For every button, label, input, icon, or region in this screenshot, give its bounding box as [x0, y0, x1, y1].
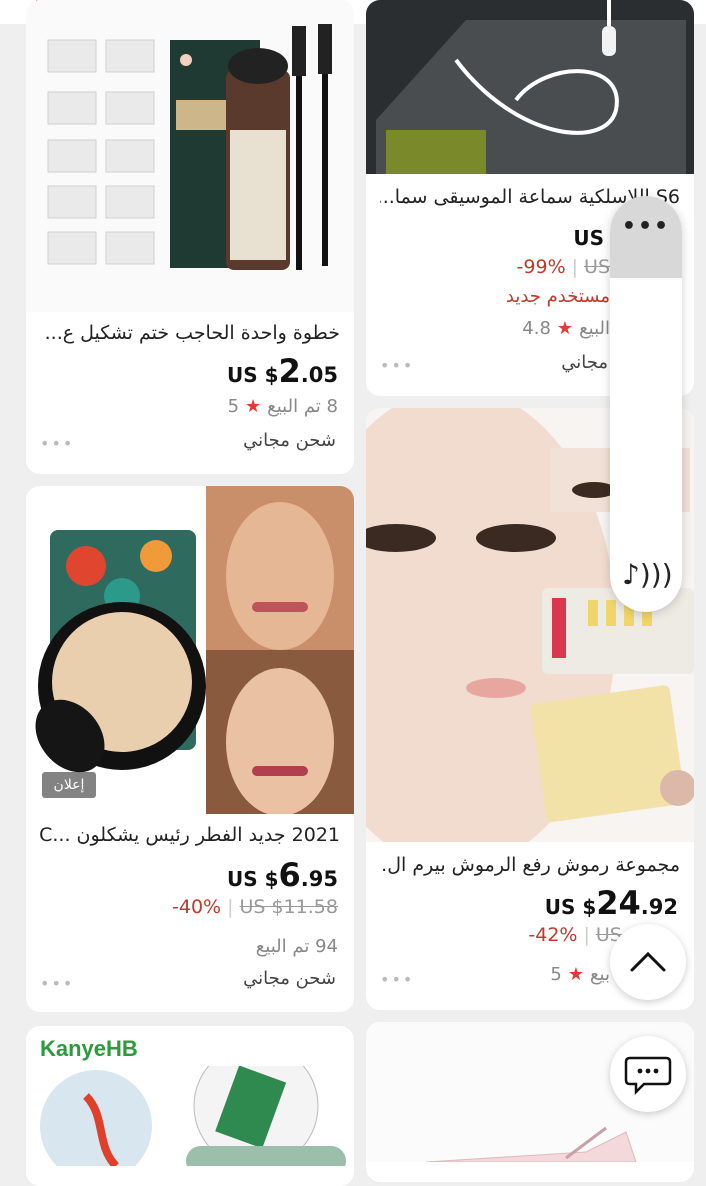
sold-count: 94 تم البيع [255, 936, 338, 957]
product-image [40, 1066, 346, 1166]
chevron-up-icon [630, 951, 666, 972]
chat-button[interactable] [610, 1036, 686, 1112]
product-card[interactable]: خطوة واحدة الحاجب ختم تشكيل ع... US $2.0… [26, 0, 354, 474]
product-price: US $2.05 [227, 352, 338, 390]
product-image [26, 486, 354, 814]
discount-row: -40% | US $11.58 [172, 896, 338, 918]
more-options-icon[interactable]: ••• [380, 356, 414, 375]
star-icon: ★ [245, 396, 262, 417]
more-options-icon[interactable]: ••• [40, 434, 74, 453]
condition-label: مستخدم جديد [505, 286, 610, 307]
product-image [26, 0, 354, 312]
product-image [366, 0, 694, 174]
floating-panel: ••• ♪))) [610, 196, 682, 612]
shipping-label: شحن مجاني [243, 430, 336, 451]
sold-rating: 8 تم البيع★5 [227, 396, 338, 417]
product-title[interactable]: خطوة واحدة الحاجب ختم تشكيل ع... [40, 322, 340, 344]
ad-badge: إعلان [42, 772, 96, 798]
product-title[interactable]: 2021 جديد الفطر رئيس يشكلون ...C [40, 824, 340, 846]
product-price: US $24.92 [544, 884, 678, 922]
sold-rating: البيع★4.8 [522, 318, 610, 339]
more-icon[interactable]: ••• [610, 214, 682, 239]
sold-rating: بيع★5 [550, 964, 610, 985]
brand-text: KanyeHB [40, 1036, 138, 1061]
audio-icon[interactable]: ♪))) [622, 558, 673, 591]
product-card[interactable]: KanyeHB [26, 1026, 354, 1186]
product-price: US $6.95 [227, 856, 338, 894]
more-options-icon[interactable]: ••• [380, 970, 414, 989]
star-icon: ★ [567, 964, 584, 985]
shipping-label: شحن مجاني [243, 968, 336, 989]
product-card[interactable]: إعلان 2021 جديد الفطر رئيس يشكلون ...C U… [26, 486, 354, 1012]
discount-row: -99% | US [516, 256, 610, 278]
more-options-icon[interactable]: ••• [40, 974, 74, 993]
shipping-label: مجاني [561, 352, 608, 373]
star-icon: ★ [556, 318, 574, 339]
product-price: US [573, 226, 604, 250]
chat-icon [624, 1056, 672, 1096]
product-title[interactable]: مجموعة رموش رفع الرموش بيرم ال... [380, 854, 680, 876]
scroll-top-button[interactable] [610, 924, 686, 1000]
